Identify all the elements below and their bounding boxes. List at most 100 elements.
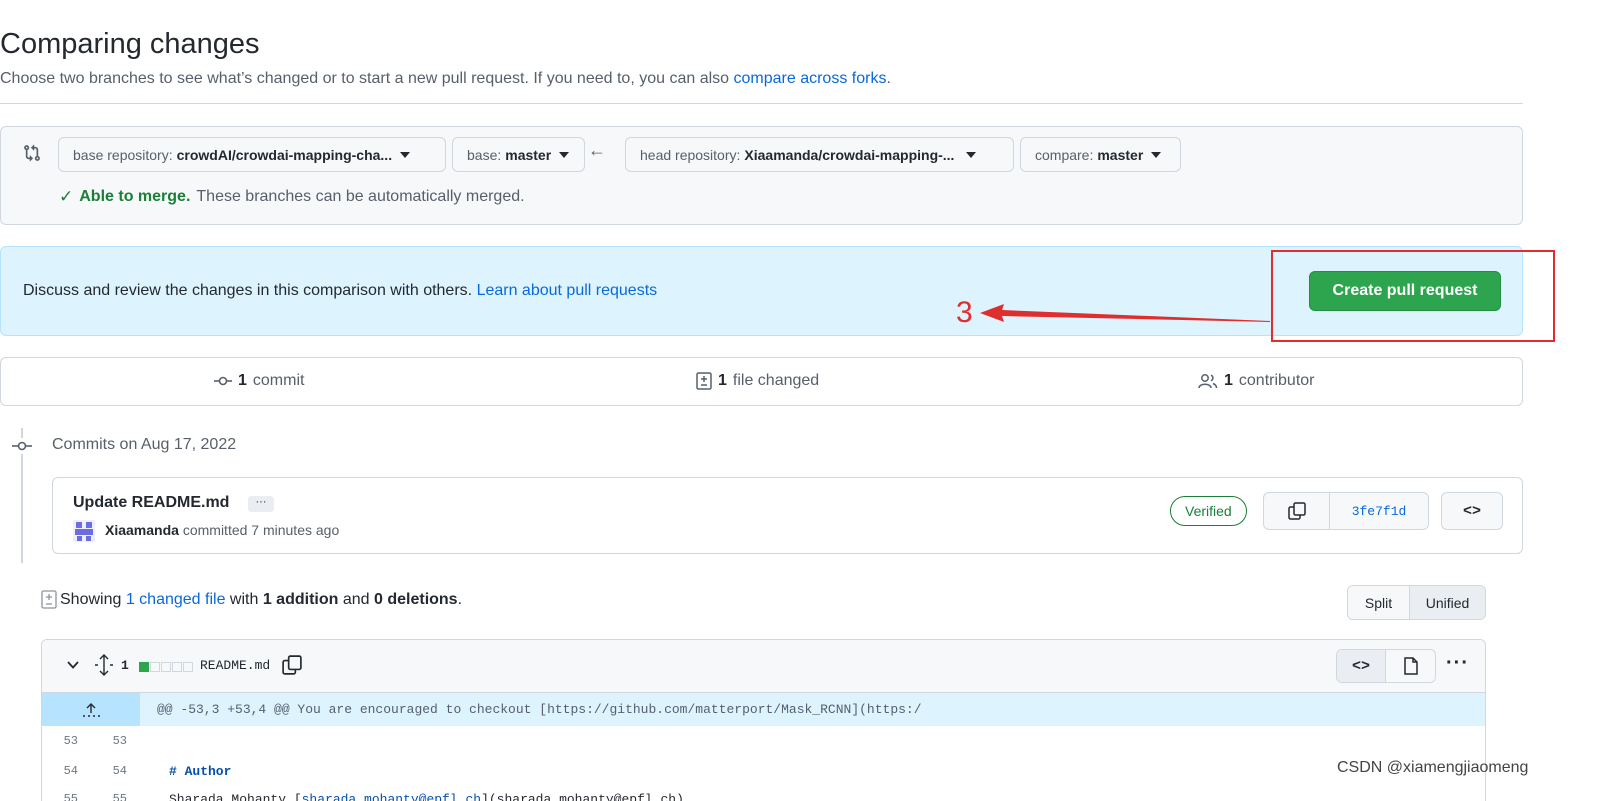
file-name-link[interactable]: README.md — [200, 658, 270, 673]
diffstat-neutral-block — [150, 662, 160, 672]
identicon-icon — [73, 520, 95, 542]
base-repo-value: crowdAI/crowdai-mapping-cha... — [176, 146, 393, 163]
git-compare-icon — [24, 144, 40, 162]
base-repo-label: base repository: — [73, 146, 173, 163]
subtitle-text: Choose two branches to see what’s change… — [0, 70, 730, 87]
diff-view-toggle: Split Unified — [1347, 585, 1486, 620]
annotation-arrow-icon — [980, 304, 1270, 322]
discuss-message: Discuss and review the changes in this c… — [23, 282, 473, 299]
commit-meta: Xiaamanda committed 7 minutes ago — [105, 522, 339, 538]
contributors-label: contributor — [1238, 372, 1315, 389]
check-icon: ✓ — [59, 187, 74, 206]
annotation-highlight-box — [1271, 250, 1555, 342]
compare-label: compare: — [1035, 146, 1094, 163]
unfold-up-icon — [83, 702, 100, 717]
caret-down-icon — [400, 151, 411, 158]
kebab-horizontal-icon[interactable]: ··· — [1446, 652, 1469, 675]
view-rich-button[interactable] — [1386, 650, 1435, 682]
diff-line-code: Sharada Mohanty [sharada.mohanty@epfl.ch… — [169, 792, 684, 801]
file-diff-icon — [696, 372, 712, 390]
compare-across-forks-link[interactable]: compare across forks — [734, 70, 887, 87]
annotation-step-number: 3 — [956, 296, 973, 329]
caret-down-icon — [559, 151, 570, 158]
additions-count: 1 addition — [262, 591, 339, 608]
caret-down-icon — [1151, 151, 1162, 158]
commit-author-link[interactable]: Xiaamanda — [105, 522, 179, 538]
showing-prefix: Showing — [60, 591, 122, 608]
diff-stats: Showing 1 changed file with 1 addition a… — [41, 590, 462, 610]
commit-item: Update README.md ··· Xiaamanda committed… — [52, 477, 1523, 554]
diff-line: 54 54 # Author — [42, 756, 1485, 786]
page-subtitle: Choose two branches to see what’s change… — [0, 70, 891, 88]
diffstat-blocks — [139, 662, 193, 672]
markdown-heading: # Author — [169, 764, 232, 779]
browse-repo-button[interactable]: <> — [1441, 492, 1503, 530]
hunk-header: @@ -53,3 +53,4 @@ You are encouraged to … — [42, 693, 1485, 726]
commits-label: commit — [252, 372, 305, 389]
base-branch-select[interactable]: base: master — [452, 137, 585, 172]
commits-count: 1 — [238, 372, 247, 389]
summary-contributors[interactable]: 1 contributor — [1198, 372, 1315, 390]
commit-title-link[interactable]: Update README.md — [73, 494, 229, 512]
contributors-count: 1 — [1224, 372, 1233, 389]
commit-node-icon — [12, 438, 32, 454]
deletions-count: 0 deletions — [374, 591, 458, 608]
hunk-header-text: @@ -53,3 +53,4 @@ You are encouraged to … — [157, 702, 922, 717]
diffstat-add-block — [139, 662, 149, 672]
people-icon — [1198, 374, 1218, 389]
commit-sha-group: 3fe7f1d — [1263, 492, 1429, 530]
file-icon — [1403, 657, 1418, 675]
base-repository-select[interactable]: base repository: crowdAI/crowdai-mapping… — [58, 137, 446, 172]
email-link[interactable]: sharada.mohanty@epfl.ch — [302, 792, 481, 801]
diff-line-code: # Author — [169, 764, 231, 779]
split-view-button[interactable]: Split — [1348, 586, 1410, 619]
summary-files[interactable]: 1 file changed — [696, 372, 819, 390]
base-value: master — [505, 146, 552, 163]
new-line-number[interactable]: 54 — [97, 764, 127, 778]
and-text: and — [342, 591, 370, 608]
comparison-summary: 1 commit 1 file changed 1 contributor — [0, 357, 1523, 406]
file-header: 1 README.md <> ··· — [42, 640, 1485, 693]
header-divider — [0, 103, 1523, 104]
expand-up-button[interactable] — [42, 693, 140, 726]
diff-line: 53 53 — [42, 726, 1485, 756]
copy-sha-button[interactable] — [1264, 493, 1330, 529]
commit-time: committed 7 minutes ago — [182, 522, 340, 538]
head-repository-select[interactable]: head repository: Xiaamanda/crowdai-mappi… — [625, 137, 1014, 172]
discuss-text: Discuss and review the changes in this c… — [23, 282, 657, 300]
changed-files-link[interactable]: 1 changed file — [126, 591, 226, 609]
commit-icon — [214, 376, 232, 386]
diffstat-neutral-block — [183, 662, 193, 672]
with-text: with — [229, 591, 259, 608]
view-source-button[interactable]: <> — [1337, 650, 1386, 682]
file-diff: 1 README.md <> ··· @@ -53,3 +53,4 @@ You… — [41, 639, 1486, 801]
new-line-number[interactable]: 55 — [97, 792, 127, 801]
old-line-number[interactable]: 53 — [48, 734, 78, 748]
commit-sha-link[interactable]: 3fe7f1d — [1330, 493, 1428, 529]
base-label: base: — [467, 146, 502, 163]
copy-icon[interactable] — [282, 655, 302, 675]
chevron-down-icon[interactable] — [66, 658, 80, 672]
compare-branch-select[interactable]: compare: master — [1020, 137, 1181, 172]
file-view-buttons: <> — [1336, 649, 1436, 683]
head-repo-label: head repository: — [640, 146, 741, 163]
avatar[interactable] — [73, 520, 95, 542]
unified-view-button[interactable]: Unified — [1410, 586, 1485, 619]
diffstat-neutral-block — [161, 662, 171, 672]
watermark-text: CSDN @xiamengjiaomeng — [1337, 759, 1529, 776]
merge-description: These branches can be automatically merg… — [196, 188, 525, 205]
merge-ok-text: Able to merge. — [79, 188, 191, 205]
verified-badge[interactable]: Verified — [1170, 496, 1247, 526]
old-line-number[interactable]: 54 — [48, 764, 78, 778]
expand-all-icon[interactable] — [94, 654, 114, 676]
caret-down-icon — [966, 151, 977, 158]
stats-end: . — [457, 591, 463, 608]
summary-commits[interactable]: 1 commit — [214, 372, 304, 390]
diffstat-neutral-block — [172, 662, 182, 672]
new-line-number[interactable]: 53 — [97, 734, 127, 748]
old-line-number[interactable]: 55 — [48, 792, 78, 801]
head-repo-value: Xiaamanda/crowdai-mapping-... — [744, 146, 955, 163]
learn-pull-requests-link[interactable]: Learn about pull requests — [477, 282, 658, 299]
commit-expand-button[interactable]: ··· — [248, 496, 274, 512]
code-text: Sharada Mohanty [ — [169, 792, 302, 801]
